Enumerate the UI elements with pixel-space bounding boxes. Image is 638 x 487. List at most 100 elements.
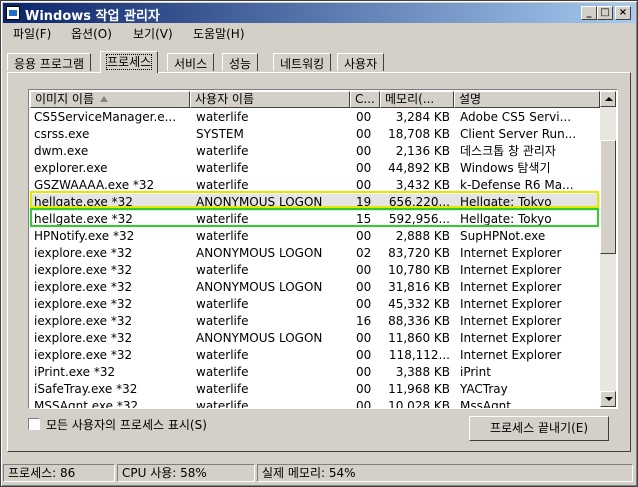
cell-image-name: iPrint.exe *32 (34, 365, 116, 379)
table-row[interactable]: iPrint.exe *32 waterlife 00 3,388 KB iPrint (30, 364, 600, 381)
cell-user-name: SYSTEM (196, 127, 244, 141)
cell-description: Internet Explorer (460, 297, 562, 311)
process-rows: CS5ServiceManager.e... waterlife 00 3,284 K… (30, 109, 600, 409)
arrow-up-icon (605, 97, 613, 101)
table-row[interactable]: explorer.exe waterlife 00 44,892 KB Windows … (30, 160, 600, 177)
cell-user-name: waterlife (196, 297, 249, 311)
cell-image-name: iexplore.exe *32 (34, 314, 133, 328)
tab-users[interactable]: 사용자 (337, 53, 385, 71)
tab-services[interactable]: 서비스 (167, 53, 215, 71)
cell-description: Client Server Run... (460, 127, 577, 141)
cell-memory: 83,720 KB (388, 246, 450, 260)
show-all-users-checkbox[interactable] (28, 418, 40, 430)
list-header: 이미지 이름 사용자 이름 C... 메모리(... 설명 (30, 91, 600, 108)
cell-image-name: CS5ServiceManager.e... (34, 110, 177, 124)
cell-description: Internet Explorer (460, 280, 562, 294)
cell-memory: 118,112... (388, 348, 450, 362)
cell-memory: 31,816 KB (388, 280, 450, 294)
table-row[interactable]: iexplore.exe *32 waterlife 00 45,332 KB Inte… (30, 296, 600, 313)
cell-description: Internet Explorer (460, 348, 562, 362)
cell-image-name: explorer.exe (34, 161, 108, 175)
table-row[interactable]: iexplore.exe *32 waterlife 00 118,112... Int… (30, 347, 600, 364)
cell-memory: 3,284 KB (395, 110, 450, 124)
title-bar[interactable]: Windows 작업 관리자 _ □ × (3, 3, 635, 24)
cell-image-name: HPNotify.exe *32 (34, 229, 135, 243)
tab-networking[interactable]: 네트워킹 (273, 53, 332, 71)
table-row[interactable]: iSafeTray.exe *32 waterlife 00 11,968 KB YAC… (30, 381, 600, 398)
table-row[interactable]: iexplore.exe *32 waterlife 00 10,780 KB Inte… (30, 262, 600, 279)
table-row[interactable]: iexplore.exe *32 ANONYMOUS LOGON 02 83,720 … (30, 245, 600, 262)
cell-cpu: 00 (356, 365, 372, 379)
menu-view[interactable]: 보기(V) (133, 25, 173, 42)
table-row[interactable]: HPNotify.exe *32 waterlife 00 2,888 KB SupHP… (30, 228, 600, 245)
scroll-down-button[interactable] (600, 391, 616, 407)
tab-applications[interactable]: 응용 프로그램 (7, 53, 92, 71)
app-icon (6, 6, 20, 20)
cell-user-name: ANONYMOUS LOGON (196, 280, 323, 294)
status-cpu-usage: CPU 사용: 58% (117, 464, 255, 482)
column-header-label: C... (355, 92, 375, 106)
cell-image-name: iexplore.exe *32 (34, 246, 133, 260)
cell-image-name: iexplore.exe *32 (34, 280, 133, 294)
cell-memory: 88,336 KB (388, 314, 450, 328)
tab-label: 네트워킹 (280, 57, 325, 71)
cell-image-name: iexplore.exe *32 (34, 297, 133, 311)
cell-memory: 3,388 KB (395, 365, 450, 379)
cell-description: SupHPNot.exe (460, 229, 546, 243)
column-header-image-name[interactable]: 이미지 이름 (30, 91, 190, 108)
table-row[interactable]: iexplore.exe *32 ANONYMOUS LOGON 00 11,860 … (30, 330, 600, 347)
column-header-memory[interactable]: 메모리(... (380, 91, 454, 108)
cell-cpu: 00 (356, 161, 372, 175)
cell-user-name: waterlife (196, 314, 249, 328)
cell-image-name: csrss.exe (34, 127, 90, 141)
menu-bar: 파일(F) 옵션(O) 보기(V) 도움말(H) (3, 23, 635, 43)
scroll-up-button[interactable] (600, 91, 616, 107)
column-header-label: 사용자 이름 (195, 92, 255, 106)
cell-description: Internet Explorer (460, 263, 562, 277)
cell-user-name: waterlife (196, 110, 249, 124)
show-all-users-label: 모든 사용자의 프로세스 표시(S) (46, 418, 207, 432)
tab-performance[interactable]: 성능 (222, 53, 259, 71)
cell-cpu: 00 (356, 348, 372, 362)
scroll-thumb[interactable] (600, 140, 616, 254)
tab-label: 프로세스 (105, 54, 153, 70)
highlight-box-yellow (30, 191, 599, 208)
process-list[interactable]: 이미지 이름 사용자 이름 C... 메모리(... 설명 CS5Service… (28, 89, 618, 409)
table-row[interactable]: CS5ServiceManager.e... waterlife 00 3,284 K… (30, 109, 600, 126)
column-header-cpu[interactable]: C... (350, 91, 380, 108)
cell-cpu: 16 (356, 314, 372, 328)
cell-user-name: waterlife (196, 348, 249, 362)
column-header-label: 메모리(... (385, 92, 435, 106)
cell-memory: 10,028 KB (388, 399, 450, 409)
cell-image-name: iexplore.exe *32 (34, 263, 133, 277)
table-row[interactable]: MSSAgnt.exe *32 waterlife 00 10,028 KB MssAg… (30, 398, 600, 409)
cell-description: 데스크톱 창 관리자 (460, 144, 556, 158)
cell-description: Internet Explorer (460, 331, 562, 345)
column-header-label: 설명 (459, 92, 482, 106)
table-row[interactable]: iexplore.exe *32 waterlife 16 88,336 KB Inte… (30, 313, 600, 330)
table-row[interactable]: dwm.exe waterlife 00 2,136 KB 데스크톱 창 관리자 (30, 143, 600, 160)
vertical-scrollbar[interactable] (600, 91, 616, 407)
table-row[interactable]: csrss.exe SYSTEM 00 18,708 KB Client Server … (30, 126, 600, 143)
tab-label: 성능 (229, 57, 252, 71)
cell-description: Internet Explorer (460, 314, 562, 328)
cell-image-name: dwm.exe (34, 144, 89, 158)
cell-description: YACTray (460, 382, 508, 396)
cell-cpu: 00 (356, 110, 372, 124)
maximize-button[interactable]: □ (597, 6, 613, 20)
menu-file[interactable]: 파일(F) (13, 25, 51, 42)
cell-user-name: waterlife (196, 382, 249, 396)
table-row[interactable]: iexplore.exe *32 ANONYMOUS LOGON 00 31,816 … (30, 279, 600, 296)
tab-processes[interactable]: 프로세스 (100, 51, 159, 73)
column-header-description[interactable]: 설명 (454, 91, 600, 108)
menu-options[interactable]: 옵션(O) (71, 25, 112, 42)
tab-label: 서비스 (174, 57, 208, 71)
minimize-button[interactable]: _ (581, 6, 597, 20)
end-process-button[interactable]: 프로세스 끝내기(E) (469, 416, 609, 441)
close-button[interactable]: × (615, 6, 631, 20)
cell-user-name: waterlife (196, 229, 249, 243)
cell-memory: 11,860 KB (388, 331, 450, 345)
column-header-user-name[interactable]: 사용자 이름 (190, 91, 350, 108)
column-header-label: 이미지 이름 (35, 92, 95, 106)
menu-help[interactable]: 도움말(H) (193, 25, 245, 42)
